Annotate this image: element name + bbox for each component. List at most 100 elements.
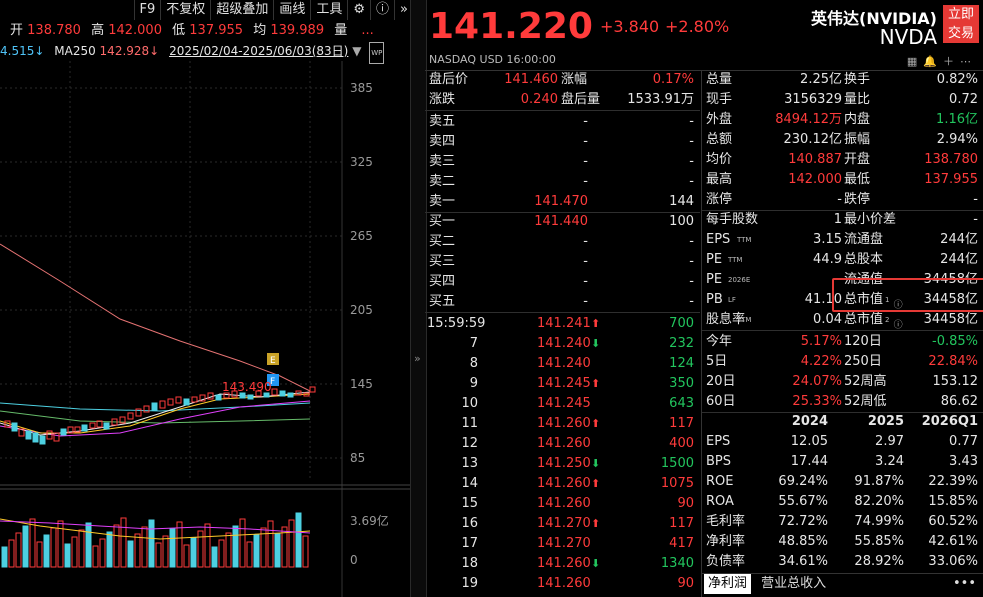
info-icon[interactable]: ⓘ	[894, 320, 903, 330]
volume-bar	[71, 536, 78, 568]
volume-bar	[50, 527, 57, 568]
range-dropdown-icon[interactable]: ▼	[352, 44, 361, 58]
collapse-arrow-icon[interactable]: »	[414, 352, 421, 365]
candle	[11, 422, 18, 432]
y-label: 205	[350, 303, 373, 317]
more-icon[interactable]: ⋯	[960, 55, 977, 68]
stat-row: 股息率 TTM 0.04 总市值 2 ⓘ 34458亿	[702, 310, 983, 331]
volume-bar	[15, 532, 22, 568]
fin-header: 2024 2025 2026Q1	[791, 414, 978, 429]
bid-row: 买二 - -	[429, 234, 694, 249]
last-price: 141.220	[429, 6, 593, 47]
up-arrow-icon: ⬆	[591, 477, 601, 490]
bid-row: 买五 - -	[425, 292, 700, 313]
fin-row: EPS 12.05 2.97 0.77	[706, 434, 978, 449]
candle	[271, 388, 278, 396]
e-marker-label: E	[270, 356, 276, 366]
grid-icon[interactable]: ▦	[907, 55, 923, 68]
candle	[151, 402, 158, 411]
bid-row: 买四 - -	[429, 274, 694, 289]
tick-row: 14 141.260 ⬆ 1075	[461, 476, 694, 491]
stat-row: 总量 2.25亿 换手 0.82%	[706, 72, 978, 87]
candle	[183, 398, 190, 406]
volume-bar	[218, 539, 225, 568]
candle	[103, 422, 110, 430]
volume-bar	[232, 525, 239, 568]
stat-row: EPS TTM 3.15 流通盘 244亿	[706, 232, 978, 247]
up-arrow-icon: ⬆	[591, 377, 601, 390]
fin-tabs: 净利润 营业总收入 •••	[702, 573, 983, 594]
tick-row: 19 141.260 90	[461, 576, 694, 591]
expand-icon[interactable]: »	[394, 0, 410, 20]
stat-row: 涨停 - 跌停 -	[702, 190, 983, 211]
y-label: 265	[350, 229, 373, 243]
volume-bar	[162, 535, 169, 568]
down-arrow-icon: ⬇	[591, 337, 601, 350]
tick-row: 9 141.245 ⬆ 350	[469, 376, 694, 391]
kline-svg[interactable]: 385 325 265 205 145 85 3.69亿 0 E F 143.4…	[0, 61, 410, 597]
candle	[81, 424, 88, 432]
candle	[279, 390, 286, 397]
tab-revenue[interactable]: 营业总收入	[755, 574, 832, 594]
gear-icon[interactable]: ⚙	[347, 0, 370, 20]
candle	[247, 394, 254, 400]
perf-row: 20日 24.07% 52周高 153.12	[706, 374, 978, 389]
add-icon[interactable]: ＋	[943, 55, 960, 68]
fin-row: 毛利率 72.72% 74.99% 60.52%	[706, 514, 978, 529]
vol-label: 0	[350, 553, 358, 567]
fin-row: ROA 55.67% 82.20% 15.85%	[706, 494, 978, 509]
volume-bar	[1, 546, 8, 568]
trade-now-button[interactable]: 立即交易	[943, 5, 979, 43]
toolbar-unadjusted[interactable]: 不复权	[160, 0, 210, 20]
market-info: NASDAQ USD 16:00:00	[429, 53, 556, 66]
bell-icon[interactable]: 🔔	[923, 55, 943, 68]
ask-row: 卖三 - -	[429, 154, 694, 169]
help-icon[interactable]: ⓘ	[370, 0, 394, 20]
candle	[215, 394, 222, 401]
toolbar-tools[interactable]: 工具	[310, 0, 347, 20]
tick-row: 12 141.260 400	[461, 436, 694, 451]
volume-bar	[92, 545, 99, 568]
tick-row: 8 141.240 124	[469, 356, 694, 371]
header-icons: ▦🔔＋⋯	[907, 53, 977, 69]
stat-row: PE TTM 44.9 总股本 244亿	[706, 252, 978, 267]
tick-row: 15 141.260 90	[461, 496, 694, 511]
ma250-value: 142.928↓	[99, 44, 160, 58]
volume-bar	[120, 517, 127, 568]
volume-bar	[302, 535, 309, 568]
volume-bar	[134, 533, 141, 568]
ask-row: 卖一 141.470 144	[425, 192, 700, 213]
up-arrow-icon: ⬆	[591, 517, 601, 530]
orderbook-column: 盘后价 141.460 涨幅 0.17% 涨跌 0.240 盘后量 1533.91…	[425, 70, 700, 597]
volume-bar	[148, 519, 155, 568]
open-value: 138.780	[27, 23, 81, 38]
candle	[39, 435, 46, 445]
stat-row: 总额 230.12亿 振幅 2.94%	[706, 132, 978, 147]
tab-net-profit[interactable]: 净利润	[704, 574, 752, 594]
highlight-box	[832, 278, 983, 312]
more-icon[interactable]: •••	[953, 574, 976, 594]
volume-bar	[43, 534, 50, 568]
volume-bar	[64, 543, 71, 568]
toolbar-draw[interactable]: 画线	[273, 0, 310, 20]
volume-bar	[211, 546, 218, 568]
candle	[167, 398, 174, 406]
kline-chart-pane[interactable]: F9 不复权 超级叠加 画线 工具 ⚙ ⓘ » 开 138.780 高 142.…	[0, 0, 410, 597]
tick-row: 13 141.250 ⬇ 1500	[461, 456, 694, 471]
volume-bar	[204, 523, 211, 568]
volume-bar	[288, 519, 295, 568]
volume-bar	[183, 544, 190, 568]
tick-row: 7 141.240 ⬇ 232	[469, 336, 694, 351]
ma-line-yellow	[0, 393, 311, 434]
tick-row: 11 141.260 ⬆ 117	[461, 416, 694, 431]
volume-bar	[225, 532, 232, 568]
fin-row: BPS 17.44 3.24 3.43	[706, 454, 978, 469]
toolbar-overlay[interactable]: 超级叠加	[210, 0, 273, 20]
avg-value: 139.989	[270, 23, 325, 38]
candle	[60, 428, 67, 436]
candle	[89, 422, 96, 429]
volume-bar	[169, 528, 176, 568]
toolbar-f9[interactable]: F9	[133, 0, 161, 20]
candle	[175, 396, 182, 404]
stat-row: 均价 140.887 开盘 138.780	[706, 152, 978, 167]
